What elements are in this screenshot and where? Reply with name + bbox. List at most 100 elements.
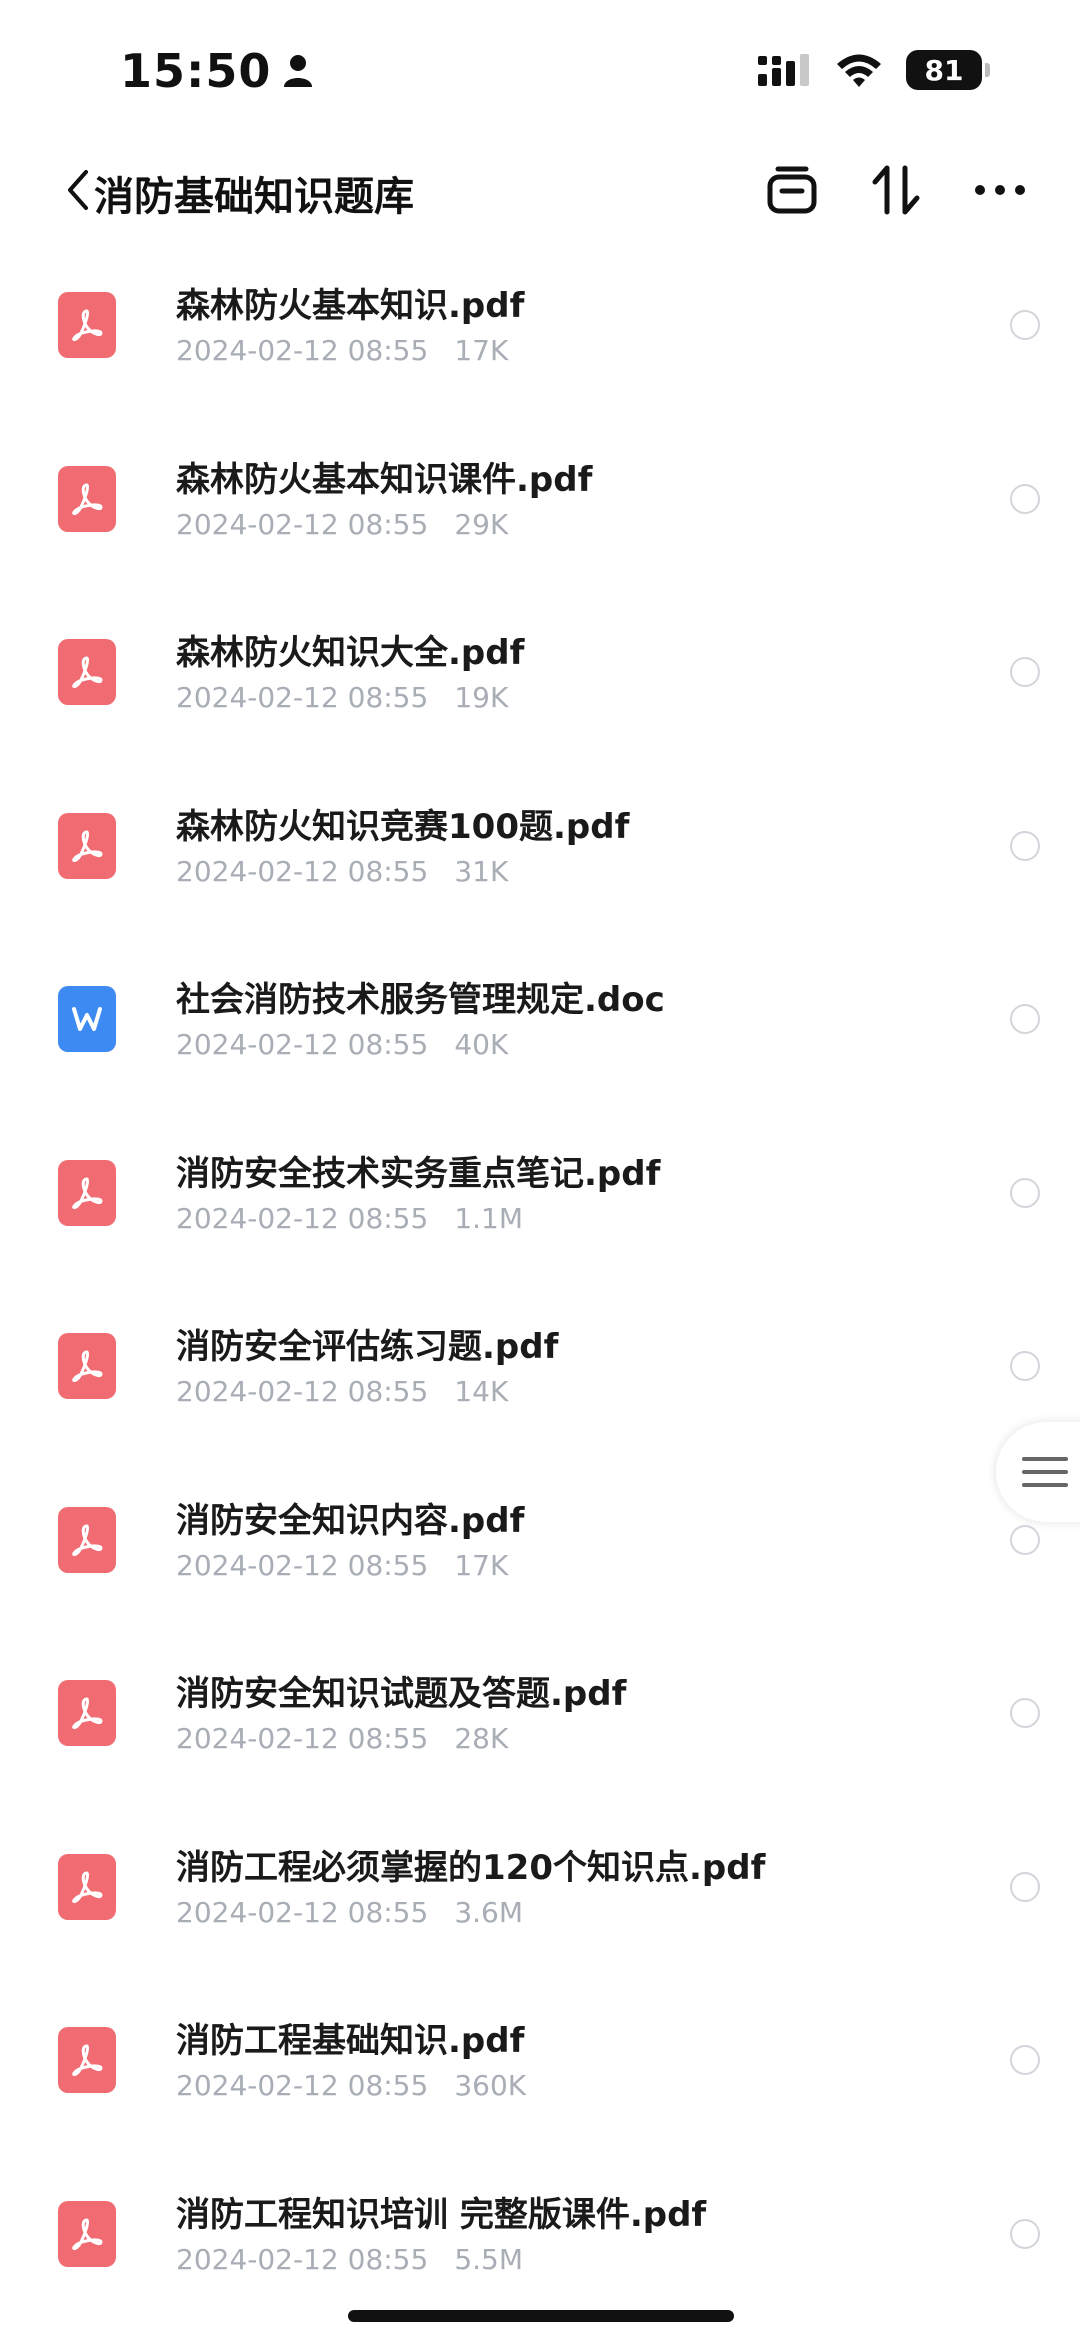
select-radio[interactable]	[1010, 1351, 1040, 1381]
file-date: 2024-02-12 08:55	[176, 855, 428, 888]
file-name: 消防工程必须掌握的120个知识点.pdf	[176, 1840, 765, 1889]
file-row[interactable]: 消防安全知识内容.pdf 2024-02-12 08:55 17K	[0, 1477, 1080, 1651]
file-size: 360K	[454, 2069, 526, 2102]
select-radio[interactable]	[1010, 1872, 1040, 1902]
file-meta: 2024-02-12 08:55 17K	[176, 1549, 508, 1582]
page-title: 消防基础知识题库	[94, 164, 414, 222]
archive-button[interactable]	[762, 162, 822, 218]
file-row[interactable]: 消防工程必须掌握的120个知识点.pdf 2024-02-12 08:553.6M	[0, 1824, 1080, 1998]
file-row[interactable]: 森林防火基本知识.pdf 2024-02-12 08:55 17K	[0, 262, 1080, 436]
select-radio[interactable]	[1010, 1178, 1040, 1208]
more-button[interactable]	[970, 162, 1030, 218]
file-date: 2024-02-12 08:55	[176, 2069, 428, 2102]
file-name: 消防安全技术实务重点笔记.pdf	[176, 1146, 660, 1195]
select-radio[interactable]	[1010, 831, 1040, 861]
file-date: 2024-02-12 08:55	[176, 508, 428, 541]
file-size: 1.1M	[454, 1202, 523, 1235]
file-meta: 2024-02-12 08:55 360K	[176, 2069, 526, 2102]
file-name: 森林防火基本知识.pdf	[176, 278, 524, 327]
pdf-file-icon	[58, 1160, 116, 1226]
file-date: 2024-02-12 08:55	[176, 1549, 428, 1582]
status-indicators: 81	[756, 50, 990, 90]
top-nav-bar: 消防基础知识题库	[0, 150, 1080, 230]
file-name: 消防工程基础知识.pdf	[176, 2013, 524, 2062]
select-radio[interactable]	[1010, 1525, 1040, 1555]
file-date: 2024-02-12 08:55	[176, 681, 428, 714]
select-radio[interactable]	[1010, 1698, 1040, 1728]
file-meta: 2024-02-12 08:55 40K	[176, 1028, 508, 1061]
file-date: 2024-02-12 08:55	[176, 1028, 428, 1061]
file-row[interactable]: 消防安全知识试题及答题.pdf 2024-02-12 08:55 28K	[0, 1650, 1080, 1824]
select-radio[interactable]	[1010, 1004, 1040, 1034]
file-date: 2024-02-12 08:55	[176, 1375, 428, 1408]
file-name: 社会消防技术服务管理规定.doc	[176, 972, 665, 1021]
select-radio[interactable]	[1010, 484, 1040, 514]
pdf-file-icon	[58, 1333, 116, 1399]
home-indicator[interactable]	[348, 2310, 734, 2322]
file-list: 森林防火基本知识.pdf 2024-02-12 08:55 17K 森林防火基本知识课…	[0, 262, 1080, 2344]
status-time: 15:50	[120, 44, 313, 98]
status-bar: 15:50 81	[0, 0, 1080, 140]
pdf-file-icon	[58, 639, 116, 705]
menu-lines-icon	[1022, 1455, 1068, 1489]
file-row[interactable]: 消防工程基础知识.pdf 2024-02-12 08:55 360K	[0, 1997, 1080, 2171]
signal-icon	[756, 50, 812, 90]
file-date: 2024-02-12 08:55	[176, 1202, 428, 1235]
header-actions	[718, 162, 1030, 218]
file-row[interactable]: 森林防火基本知识课件.pdf 2024-02-12 08:55 29K	[0, 436, 1080, 610]
file-size: 29K	[454, 508, 508, 541]
file-meta: 2024-02-12 08:55 19K	[176, 681, 508, 714]
person-icon	[283, 54, 313, 88]
file-row[interactable]: 消防安全技术实务重点笔记.pdf 2024-02-12 08:55 1.1M	[0, 1130, 1080, 1304]
file-size: 14K	[454, 1375, 508, 1408]
archive-icon	[766, 165, 818, 215]
file-meta: 2024-02-12 08:553.6M	[176, 1896, 523, 1929]
file-name: 森林防火知识竞赛100题.pdf	[176, 799, 629, 848]
file-size: 40K	[454, 1028, 508, 1061]
select-radio[interactable]	[1010, 2045, 1040, 2075]
file-name: 森林防火基本知识课件.pdf	[176, 452, 592, 501]
battery-level: 81	[906, 50, 982, 90]
file-meta: 2024-02-12 08:55 31K	[176, 855, 508, 888]
select-radio[interactable]	[1010, 310, 1040, 340]
pdf-file-icon	[58, 292, 116, 358]
file-row[interactable]: 消防安全评估练习题.pdf 2024-02-12 08:55 14K	[0, 1303, 1080, 1477]
select-radio[interactable]	[1010, 657, 1040, 687]
file-meta: 2024-02-12 08:55 28K	[176, 1722, 508, 1755]
file-name: 消防工程知识培训 完整版课件.pdf	[176, 2187, 706, 2236]
file-name: 消防安全评估练习题.pdf	[176, 1319, 558, 1368]
file-meta: 2024-02-12 08:55 14K	[176, 1375, 508, 1408]
pdf-file-icon	[58, 2201, 116, 2267]
select-radio[interactable]	[1010, 2219, 1040, 2249]
file-name: 消防安全知识内容.pdf	[176, 1493, 524, 1542]
file-row[interactable]: 森林防火知识大全.pdf 2024-02-12 08:55 19K	[0, 609, 1080, 783]
clock-text: 15:50	[120, 44, 271, 98]
sort-button[interactable]	[866, 162, 926, 218]
sort-icon	[871, 164, 921, 216]
wifi-icon	[834, 51, 884, 89]
file-date: 2024-02-12 08:55	[176, 1722, 428, 1755]
more-icon	[974, 184, 1026, 196]
file-size: 31K	[454, 855, 508, 888]
file-size: 17K	[454, 1549, 508, 1582]
file-row[interactable]: 社会消防技术服务管理规定.doc 2024-02-12 08:55 40K	[0, 956, 1080, 1130]
file-size: 3.6M	[454, 1896, 523, 1929]
file-meta: 2024-02-12 08:55 5.5M	[176, 2243, 523, 2276]
file-name: 消防安全知识试题及答题.pdf	[176, 1666, 626, 1715]
file-meta: 2024-02-12 08:55 29K	[176, 508, 508, 541]
file-meta: 2024-02-12 08:55 1.1M	[176, 1202, 523, 1235]
pdf-file-icon	[58, 1680, 116, 1746]
file-size: 5.5M	[454, 2243, 523, 2276]
pdf-file-icon	[58, 813, 116, 879]
word-file-icon	[58, 986, 116, 1052]
file-meta: 2024-02-12 08:55 17K	[176, 334, 508, 367]
file-size: 28K	[454, 1722, 508, 1755]
file-date: 2024-02-12 08:55	[176, 334, 428, 367]
pdf-file-icon	[58, 1507, 116, 1573]
pdf-file-icon	[58, 2027, 116, 2093]
file-date: 2024-02-12 08:55	[176, 2243, 428, 2276]
file-name: 森林防火知识大全.pdf	[176, 625, 524, 674]
file-size: 19K	[454, 681, 508, 714]
file-row[interactable]: 森林防火知识竞赛100题.pdf 2024-02-12 08:55 31K	[0, 783, 1080, 957]
file-size: 17K	[454, 334, 508, 367]
